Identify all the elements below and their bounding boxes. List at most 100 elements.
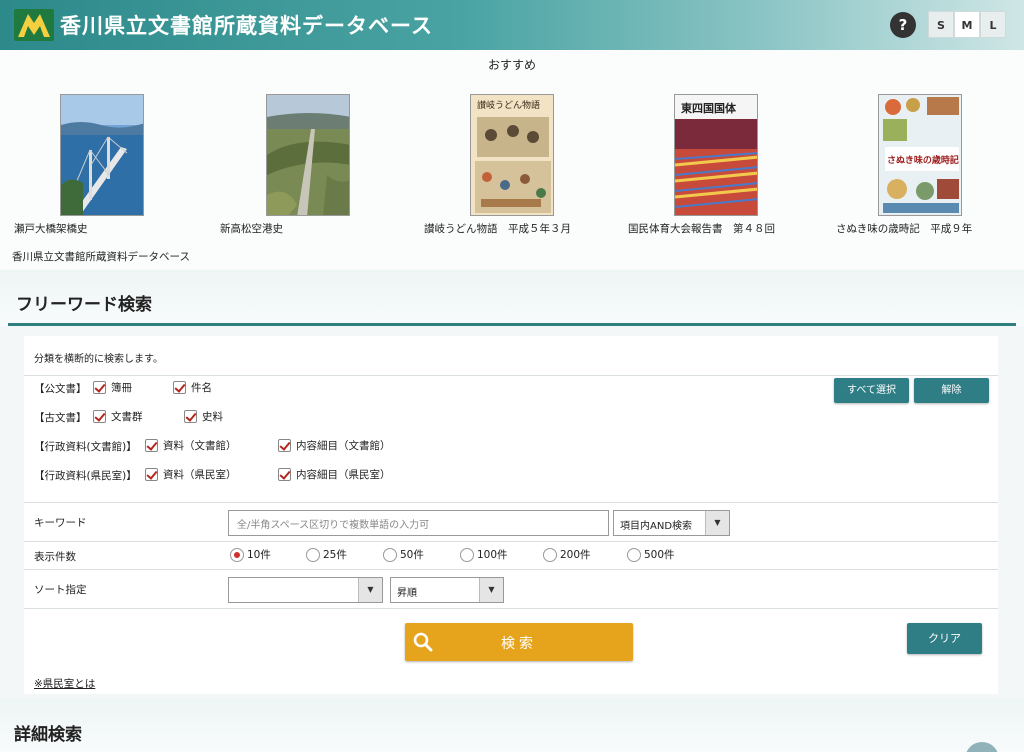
chevron-down-icon[interactable]: ▼ [358, 578, 382, 602]
checkbox-box[interactable] [93, 410, 106, 423]
divider [24, 375, 998, 376]
chevron-down-icon[interactable]: ▼ [479, 578, 503, 602]
checkbox-label: 資料（県民室） [163, 469, 237, 481]
radio-button[interactable] [460, 547, 474, 562]
count-radio-10[interactable]: 10件 [230, 547, 271, 562]
recommend-item[interactable]: 東四国国体 国民体育大会報告書 第４８回 [628, 94, 775, 235]
checkbox-box[interactable] [278, 439, 291, 452]
keyword-mode-value: 項目内AND検索 [620, 521, 693, 532]
divider [24, 608, 998, 609]
count-radio-50[interactable]: 50件 [383, 547, 424, 562]
recommend-caption[interactable]: 瀬戸大橋架橋史 [14, 221, 88, 236]
free-search-band [0, 270, 1024, 326]
checkbox-bosatsu[interactable]: 簿冊 [93, 380, 132, 395]
divider [24, 569, 998, 570]
chevron-down-icon[interactable]: ▼ [705, 511, 729, 535]
free-search-description: 分類を横断的に検索します。 [34, 354, 163, 365]
site-header: 香川県立文書館所蔵資料データベース ? S M L [0, 0, 1024, 50]
checkbox-shiryo-bunshokan[interactable]: 資料（文書館） [145, 438, 237, 453]
select-all-button[interactable]: すべて選択 [834, 378, 909, 403]
divider [24, 541, 998, 542]
checkbox-box[interactable] [145, 439, 158, 452]
free-search-heading: フリーワード検索 [16, 295, 152, 315]
checkbox-shiryo[interactable]: 史料 [184, 409, 223, 424]
category-label: 【行政資料(県民室)】 [34, 470, 137, 482]
sort-order-select[interactable]: 昇順 ▼ [390, 577, 504, 603]
sort-label: ソート指定 [34, 584, 87, 596]
count-radio-500[interactable]: 500件 [627, 547, 675, 562]
category-label: 【古文書】 [34, 412, 87, 424]
count-radio-25[interactable]: 25件 [306, 547, 347, 562]
radio-button[interactable] [230, 547, 244, 562]
font-size-switcher: S M L [928, 11, 1006, 38]
checkbox-box[interactable] [93, 381, 106, 394]
checkbox-box[interactable] [173, 381, 186, 394]
radio-label: 25件 [323, 549, 347, 561]
category-row-kobunsho: 【公文書】 [34, 381, 87, 396]
deselect-button[interactable]: 解除 [914, 378, 989, 403]
checkbox-box[interactable] [278, 468, 291, 481]
keyword-label: キーワード [34, 517, 87, 529]
radio-label: 500件 [644, 549, 675, 561]
recommend-footer-text: 香川県立文書館所蔵資料データベース [12, 251, 190, 263]
recommend-area: おすすめ 瀬戸大橋架橋史 新高松空港史 讃岐うどん物語 讃岐うどん物語 平成５年… [0, 50, 1024, 270]
radio-button[interactable] [383, 547, 397, 562]
recommend-cover-image[interactable] [60, 94, 144, 216]
radio-label: 100件 [477, 549, 508, 561]
keyword-input[interactable]: 全/半角スペース区切りで複数単語の入力可 [228, 510, 609, 536]
recommend-cover-image[interactable]: さぬき味の歳時記 [878, 94, 962, 216]
checkbox-kenmei[interactable]: 件名 [173, 380, 212, 395]
recommend-item[interactable]: 瀬戸大橋架橋史 [14, 94, 144, 235]
checkbox-label: 資料（文書館） [163, 440, 237, 452]
keyword-mode-select[interactable]: 項目内AND検索 ▼ [613, 510, 730, 536]
sort-order-value: 昇順 [397, 588, 417, 599]
cover-title-text: 東四国国体 [681, 101, 737, 115]
site-title[interactable]: 香川県立文書館所蔵資料データベース [60, 10, 433, 40]
divider [24, 502, 998, 503]
recommend-cover-image[interactable]: 東四国国体 [674, 94, 758, 216]
site-logo-icon[interactable] [14, 9, 54, 41]
category-label: 【行政資料(文書館)】 [34, 441, 137, 453]
font-size-s-button[interactable]: S [928, 11, 954, 38]
category-row-gyosei-bunshokan: 【行政資料(文書館)】 [34, 439, 137, 454]
checkbox-monjogun[interactable]: 文書群 [93, 409, 143, 424]
recommend-caption[interactable]: 国民体育大会報告書 第４８回 [628, 221, 775, 236]
checkbox-shiryo-kenminshitsu[interactable]: 資料（県民室） [145, 467, 237, 482]
radio-button[interactable] [306, 547, 320, 562]
search-button-label: 検索 [501, 636, 537, 652]
radio-button[interactable] [543, 547, 557, 562]
radio-button[interactable] [627, 547, 641, 562]
count-radio-100[interactable]: 100件 [460, 547, 508, 562]
recommend-cover-image[interactable] [266, 94, 350, 216]
cover-title-text: 讃岐うどん物語 [477, 99, 540, 111]
checkbox-box[interactable] [184, 410, 197, 423]
help-button[interactable]: ? [890, 12, 916, 38]
detail-search-heading: 詳細検索 [14, 725, 82, 745]
clear-button[interactable]: クリア [907, 623, 982, 654]
cover-title-text: さぬき味の歳時記 [887, 154, 959, 166]
recommend-caption[interactable]: 讃岐うどん物語 平成５年３月 [424, 221, 571, 236]
font-size-m-button[interactable]: M [954, 11, 980, 38]
recommend-title: おすすめ [487, 58, 536, 72]
sort-field-select[interactable]: ▼ [228, 577, 383, 603]
heading-divider [8, 323, 1016, 326]
recommend-item[interactable]: さぬき味の歳時記 さぬき味の歳時記 平成９年 [836, 94, 972, 235]
checkbox-label: 文書群 [111, 411, 143, 423]
recommend-cover-image[interactable]: 讃岐うどん物語 [470, 94, 554, 216]
kenminshitsu-link[interactable]: ※県民室とは [34, 676, 95, 691]
category-row-komonjo: 【古文書】 [34, 410, 87, 425]
checkbox-naiyo-bunshokan[interactable]: 内容細目（文書館） [278, 438, 391, 453]
recommend-item[interactable]: 讃岐うどん物語 讃岐うどん物語 平成５年３月 [424, 94, 571, 235]
category-label: 【公文書】 [34, 383, 87, 395]
count-label: 表示件数 [34, 551, 76, 563]
category-row-gyosei-kenminshitsu: 【行政資料(県民室)】 [34, 468, 137, 483]
font-size-l-button[interactable]: L [980, 11, 1006, 38]
recommend-item[interactable]: 新高松空港史 [220, 94, 350, 235]
checkbox-naiyo-kenminshitsu[interactable]: 内容細目（県民室） [278, 467, 391, 482]
recommend-caption[interactable]: 新高松空港史 [220, 221, 283, 236]
search-button[interactable]: 検索 [405, 623, 633, 661]
count-radio-200[interactable]: 200件 [543, 547, 591, 562]
checkbox-box[interactable] [145, 468, 158, 481]
radio-label: 10件 [247, 549, 271, 561]
recommend-caption[interactable]: さぬき味の歳時記 平成９年 [836, 221, 972, 236]
